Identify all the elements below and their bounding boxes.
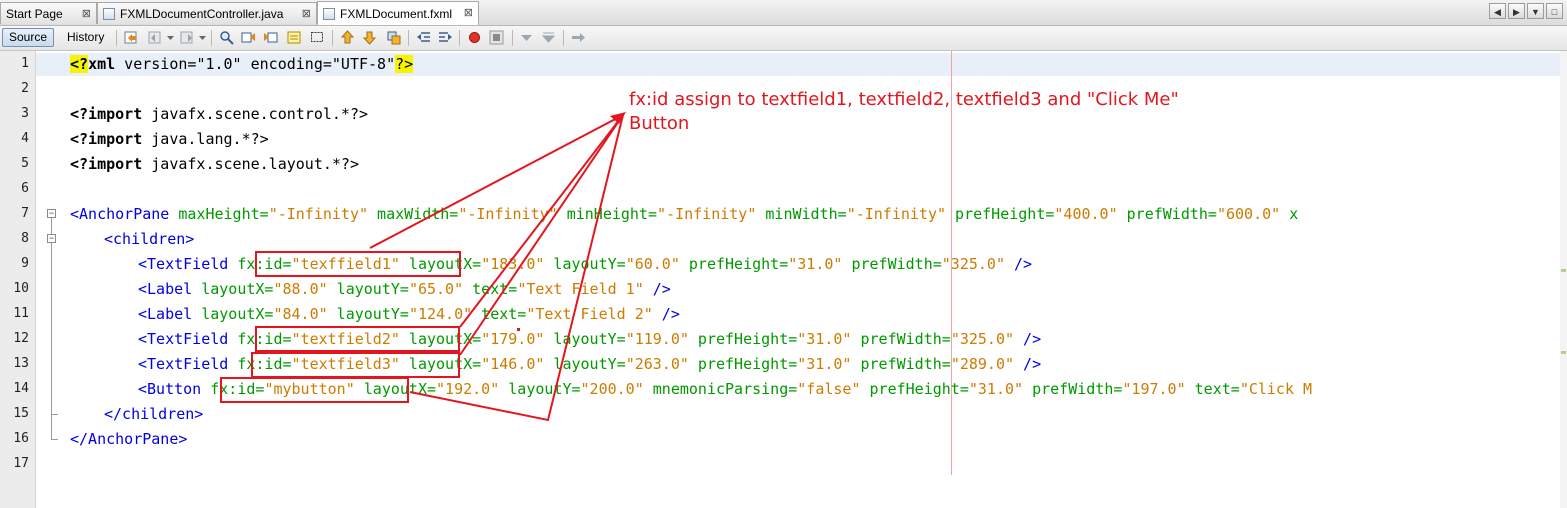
annotation-line: fx:id assign to textfield1, textfield2, … (629, 89, 1179, 110)
arrow-line (459, 114, 624, 356)
annotation-dot (517, 328, 520, 331)
arrow-line (369, 114, 624, 249)
annotation-line: Button (629, 113, 690, 134)
annotation-text: fx:id assign to textfield1, textfield2, … (629, 88, 1229, 136)
annotation-arrows (369, 112, 626, 422)
arrow-head (610, 112, 626, 124)
arrow-line (459, 114, 624, 328)
